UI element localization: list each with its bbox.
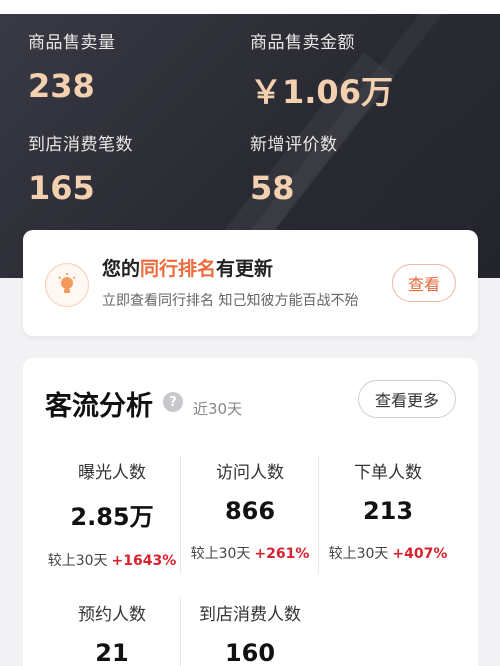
stat-label: 商品售卖量 bbox=[28, 33, 116, 53]
stat-label: 新增评价数 bbox=[250, 135, 338, 155]
view-ranking-button[interactable]: 查看 bbox=[392, 264, 456, 302]
metric-value: 2.85万 bbox=[70, 503, 154, 531]
stat-new-reviews: 新增评价数 58 bbox=[250, 130, 338, 207]
metric-orders: 下单人数 213 较上30天 +407% bbox=[319, 458, 457, 563]
metric-compare: 较上30天 +1643% bbox=[43, 550, 181, 570]
compare-label: 较上30天 bbox=[190, 546, 251, 562]
delta-value: +261% bbox=[254, 546, 310, 562]
metric-label: 下单人数 bbox=[354, 463, 422, 483]
stat-sales-amount: 商品售卖金额 ￥1.06万 bbox=[250, 28, 393, 113]
metric-label: 到店消费人数 bbox=[199, 605, 301, 625]
ranking-title-prefix: 您的 bbox=[102, 258, 141, 280]
metric-value: 21 bbox=[95, 639, 129, 666]
metric-label: 访问人数 bbox=[216, 463, 284, 483]
help-icon[interactable]: ? bbox=[163, 392, 183, 412]
ranking-title-highlight: 同行排名 bbox=[140, 258, 217, 280]
metric-value: 866 bbox=[224, 497, 276, 525]
stat-value: 58 bbox=[250, 169, 295, 207]
delta-value: +407% bbox=[392, 546, 448, 562]
ranking-title: 您的同行排名有更新 bbox=[102, 254, 273, 281]
view-more-button[interactable]: 查看更多 bbox=[358, 380, 456, 418]
date-range-label: 近30天 bbox=[193, 400, 243, 418]
metric-compare: 较上30天 +261% bbox=[181, 543, 319, 563]
stat-instore-transactions: 到店消费笔数 165 bbox=[28, 130, 133, 207]
metric-value: 213 bbox=[362, 497, 414, 525]
peer-ranking-card[interactable]: 您的同行排名有更新 立即查看同行排名 知己知彼方能百战不殆 查看 bbox=[23, 230, 478, 336]
metric-reservations: 预约人数 21 bbox=[43, 600, 181, 666]
compare-label: 较上30天 bbox=[328, 546, 389, 562]
stat-value: 165 bbox=[28, 169, 95, 207]
metric-visitors: 访问人数 866 较上30天 +261% bbox=[181, 458, 319, 563]
ranking-subtitle: 立即查看同行排名 知己知彼方能百战不殆 bbox=[102, 293, 359, 309]
stat-value: 238 bbox=[28, 67, 95, 105]
metric-label: 预约人数 bbox=[78, 605, 146, 625]
metric-compare: 较上30天 +407% bbox=[319, 543, 457, 563]
traffic-analysis-card: 客流分析 ? 近30天 查看更多 曝光人数 2.85万 较上30天 +1643% … bbox=[23, 358, 478, 666]
metric-instore-visitors: 到店消费人数 160 bbox=[181, 600, 319, 666]
stat-label: 商品售卖金额 bbox=[250, 33, 355, 53]
metric-exposure: 曝光人数 2.85万 较上30天 +1643% bbox=[43, 458, 181, 570]
compare-label: 较上30天 bbox=[47, 553, 108, 569]
stat-value: ￥1.06万 bbox=[250, 73, 393, 111]
stat-sales-count: 商品售卖量 238 bbox=[28, 28, 116, 105]
stat-label: 到店消费笔数 bbox=[28, 135, 133, 155]
ranking-title-suffix: 有更新 bbox=[216, 258, 274, 280]
lightbulb-icon bbox=[45, 263, 89, 307]
metric-label: 曝光人数 bbox=[78, 463, 146, 483]
metric-value: 160 bbox=[224, 639, 276, 666]
delta-value: +1643% bbox=[111, 553, 177, 569]
traffic-title: 客流分析 bbox=[45, 391, 153, 422]
